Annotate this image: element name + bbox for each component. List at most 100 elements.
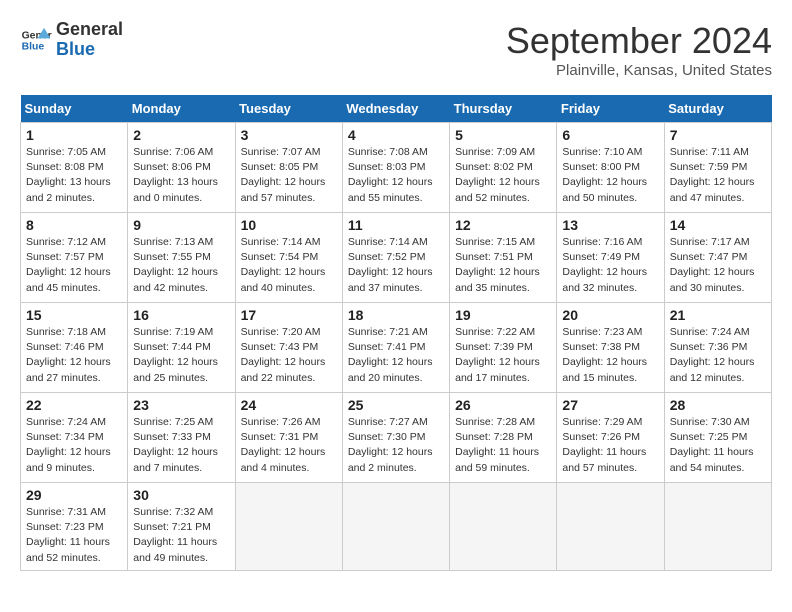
col-wednesday: Wednesday — [342, 95, 449, 123]
table-row: 23 Sunrise: 7:25 AMSunset: 7:33 PMDayligh… — [128, 393, 235, 483]
day-number: 20 — [562, 307, 658, 323]
table-row: 19 Sunrise: 7:22 AMSunset: 7:39 PMDayligh… — [450, 303, 557, 393]
day-number: 14 — [670, 217, 766, 233]
calendar-row: 22 Sunrise: 7:24 AMSunset: 7:34 PMDayligh… — [21, 393, 772, 483]
col-thursday: Thursday — [450, 95, 557, 123]
table-row: 10 Sunrise: 7:14 AMSunset: 7:54 PMDayligh… — [235, 213, 342, 303]
table-row: 18 Sunrise: 7:21 AMSunset: 7:41 PMDayligh… — [342, 303, 449, 393]
table-row — [557, 483, 664, 571]
col-sunday: Sunday — [21, 95, 128, 123]
day-number: 24 — [241, 397, 337, 413]
cell-info: Sunrise: 7:22 AMSunset: 7:39 PMDaylight:… — [455, 326, 540, 384]
cell-info: Sunrise: 7:05 AMSunset: 8:08 PMDaylight:… — [26, 146, 111, 204]
calendar-row: 15Sunrise: 7:18 AMSunset: 7:46 PMDayligh… — [21, 303, 772, 393]
day-number: 22 — [26, 397, 122, 413]
table-row: 27 Sunrise: 7:29 AMSunset: 7:26 PMDayligh… — [557, 393, 664, 483]
day-number: 11 — [348, 217, 444, 233]
day-number: 6 — [562, 127, 658, 143]
cell-info: Sunrise: 7:14 AMSunset: 7:54 PMDaylight:… — [241, 236, 326, 294]
day-number: 17 — [241, 307, 337, 323]
col-saturday: Saturday — [664, 95, 771, 123]
cell-info: Sunrise: 7:14 AMSunset: 7:52 PMDaylight:… — [348, 236, 433, 294]
cell-info: Sunrise: 7:30 AMSunset: 7:25 PMDaylight:… — [670, 416, 754, 474]
day-number: 4 — [348, 127, 444, 143]
cell-info: Sunrise: 7:23 AMSunset: 7:38 PMDaylight:… — [562, 326, 647, 384]
cell-info: Sunrise: 7:26 AMSunset: 7:31 PMDaylight:… — [241, 416, 326, 474]
table-row: 15Sunrise: 7:18 AMSunset: 7:46 PMDayligh… — [21, 303, 128, 393]
day-number: 21 — [670, 307, 766, 323]
calendar-table: Sunday Monday Tuesday Wednesday Thursday… — [20, 95, 772, 571]
table-row: 14 Sunrise: 7:17 AMSunset: 7:47 PMDayligh… — [664, 213, 771, 303]
table-row — [450, 483, 557, 571]
table-row: 16 Sunrise: 7:19 AMSunset: 7:44 PMDayligh… — [128, 303, 235, 393]
cell-info: Sunrise: 7:29 AMSunset: 7:26 PMDaylight:… — [562, 416, 646, 474]
table-row: 7 Sunrise: 7:11 AMSunset: 7:59 PMDaylight… — [664, 123, 771, 213]
page-header: General Blue General Blue September 2024… — [20, 20, 772, 79]
day-number: 27 — [562, 397, 658, 413]
logo-blue: Blue — [56, 40, 123, 60]
table-row: 8 Sunrise: 7:12 AMSunset: 7:57 PMDaylight… — [21, 213, 128, 303]
calendar-header-row: Sunday Monday Tuesday Wednesday Thursday… — [21, 95, 772, 123]
day-number: 29 — [26, 487, 122, 503]
table-row: 25 Sunrise: 7:27 AMSunset: 7:30 PMDayligh… — [342, 393, 449, 483]
table-row: 24 Sunrise: 7:26 AMSunset: 7:31 PMDayligh… — [235, 393, 342, 483]
location: Plainville, Kansas, United States — [506, 62, 772, 79]
cell-info: Sunrise: 7:15 AMSunset: 7:51 PMDaylight:… — [455, 236, 540, 294]
cell-info: Sunrise: 7:09 AMSunset: 8:02 PMDaylight:… — [455, 146, 540, 204]
cell-info: Sunrise: 7:25 AMSunset: 7:33 PMDaylight:… — [133, 416, 218, 474]
day-number: 8 — [26, 217, 122, 233]
table-row: 20 Sunrise: 7:23 AMSunset: 7:38 PMDayligh… — [557, 303, 664, 393]
logo-general: General — [56, 20, 123, 40]
day-number: 2 — [133, 127, 229, 143]
table-row: 17 Sunrise: 7:20 AMSunset: 7:43 PMDayligh… — [235, 303, 342, 393]
day-number: 15 — [26, 307, 122, 323]
col-tuesday: Tuesday — [235, 95, 342, 123]
table-row: 3Sunrise: 7:07 AMSunset: 8:05 PMDaylight… — [235, 123, 342, 213]
cell-info: Sunrise: 7:17 AMSunset: 7:47 PMDaylight:… — [670, 236, 755, 294]
cell-info: Sunrise: 7:27 AMSunset: 7:30 PMDaylight:… — [348, 416, 433, 474]
table-row: 28Sunrise: 7:30 AMSunset: 7:25 PMDayligh… — [664, 393, 771, 483]
day-number: 18 — [348, 307, 444, 323]
cell-info: Sunrise: 7:16 AMSunset: 7:49 PMDaylight:… — [562, 236, 647, 294]
cell-info: Sunrise: 7:08 AMSunset: 8:03 PMDaylight:… — [348, 146, 433, 204]
logo-icon: General Blue — [20, 24, 52, 56]
day-number: 13 — [562, 217, 658, 233]
cell-info: Sunrise: 7:31 AMSunset: 7:23 PMDaylight:… — [26, 506, 110, 564]
day-number: 16 — [133, 307, 229, 323]
cell-info: Sunrise: 7:20 AMSunset: 7:43 PMDaylight:… — [241, 326, 326, 384]
cell-info: Sunrise: 7:24 AMSunset: 7:36 PMDaylight:… — [670, 326, 755, 384]
calendar-row: 8 Sunrise: 7:12 AMSunset: 7:57 PMDaylight… — [21, 213, 772, 303]
table-row: 22 Sunrise: 7:24 AMSunset: 7:34 PMDayligh… — [21, 393, 128, 483]
title-block: September 2024 Plainville, Kansas, Unite… — [506, 20, 772, 79]
table-row — [342, 483, 449, 571]
day-number: 30 — [133, 487, 229, 503]
table-row: 2Sunrise: 7:06 AMSunset: 8:06 PMDaylight… — [128, 123, 235, 213]
svg-text:Blue: Blue — [22, 41, 45, 52]
calendar-row: 29 Sunrise: 7:31 AMSunset: 7:23 PMDayligh… — [21, 483, 772, 571]
day-number: 12 — [455, 217, 551, 233]
cell-info: Sunrise: 7:19 AMSunset: 7:44 PMDaylight:… — [133, 326, 218, 384]
table-row: 13 Sunrise: 7:16 AMSunset: 7:49 PMDayligh… — [557, 213, 664, 303]
cell-info: Sunrise: 7:21 AMSunset: 7:41 PMDaylight:… — [348, 326, 433, 384]
cell-info: Sunrise: 7:11 AMSunset: 7:59 PMDaylight:… — [670, 146, 755, 204]
table-row: 30 Sunrise: 7:32 AMSunset: 7:21 PMDayligh… — [128, 483, 235, 571]
table-row: 4 Sunrise: 7:08 AMSunset: 8:03 PMDaylight… — [342, 123, 449, 213]
day-number: 5 — [455, 127, 551, 143]
table-row: 6Sunrise: 7:10 AMSunset: 8:00 PMDaylight… — [557, 123, 664, 213]
cell-info: Sunrise: 7:12 AMSunset: 7:57 PMDaylight:… — [26, 236, 111, 294]
table-row: 12 Sunrise: 7:15 AMSunset: 7:51 PMDayligh… — [450, 213, 557, 303]
cell-info: Sunrise: 7:32 AMSunset: 7:21 PMDaylight:… — [133, 506, 217, 564]
day-number: 7 — [670, 127, 766, 143]
table-row: 21 Sunrise: 7:24 AMSunset: 7:36 PMDayligh… — [664, 303, 771, 393]
day-number: 10 — [241, 217, 337, 233]
day-number: 19 — [455, 307, 551, 323]
day-number: 26 — [455, 397, 551, 413]
cell-info: Sunrise: 7:24 AMSunset: 7:34 PMDaylight:… — [26, 416, 111, 474]
col-friday: Friday — [557, 95, 664, 123]
day-number: 25 — [348, 397, 444, 413]
day-number: 9 — [133, 217, 229, 233]
table-row — [664, 483, 771, 571]
cell-info: Sunrise: 7:13 AMSunset: 7:55 PMDaylight:… — [133, 236, 218, 294]
month-title: September 2024 — [506, 20, 772, 62]
day-number: 23 — [133, 397, 229, 413]
